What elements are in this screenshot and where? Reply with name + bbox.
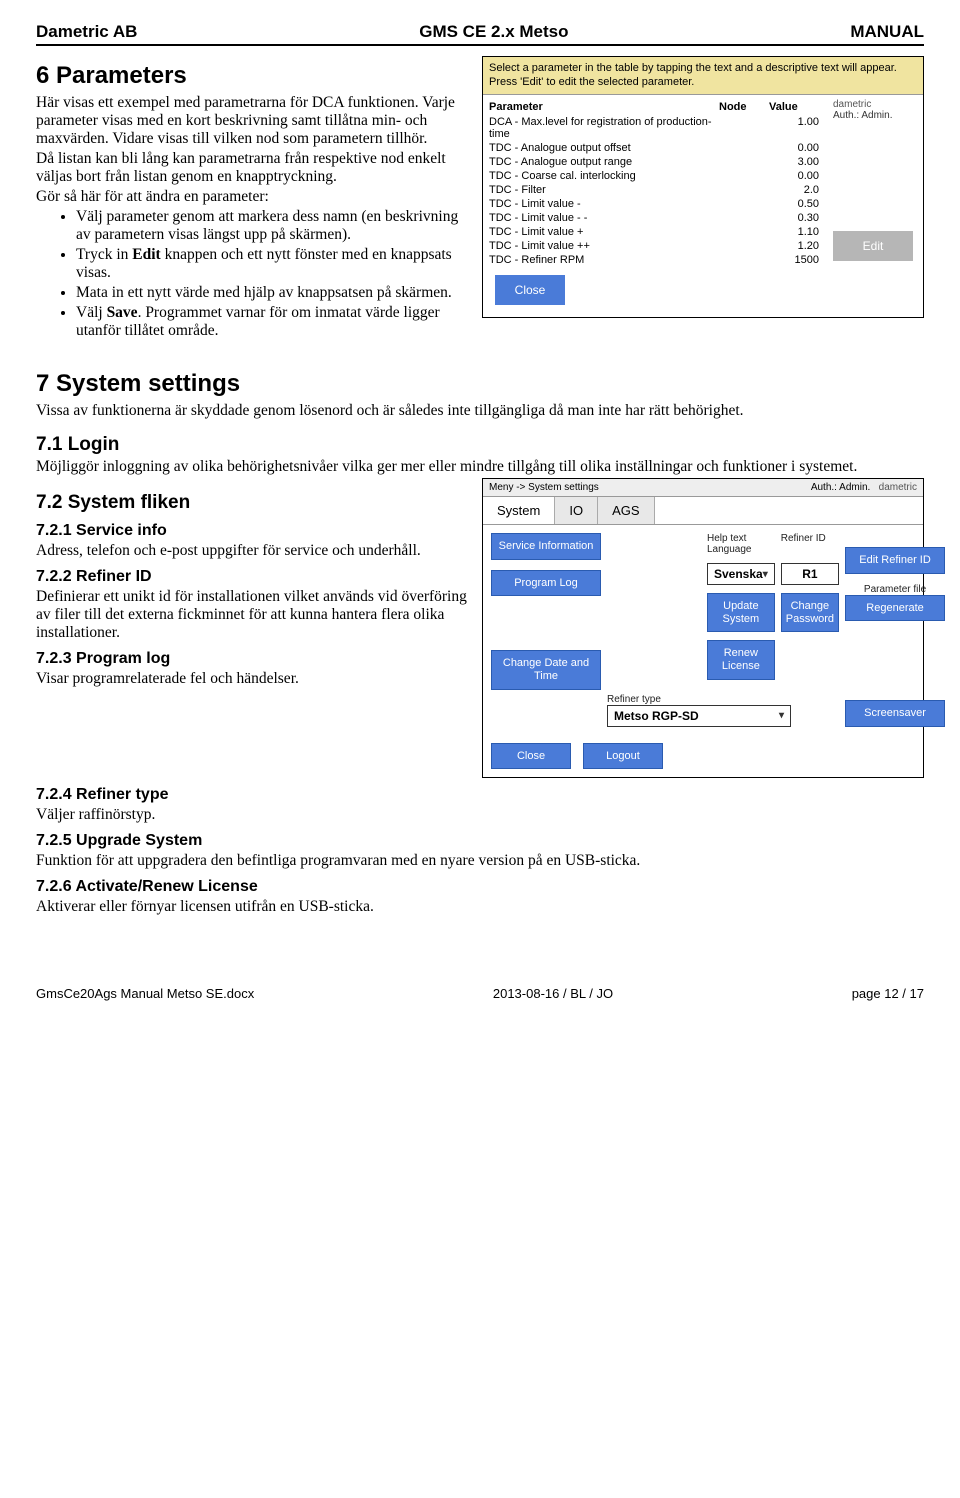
s1-hint-1: Select a parameter in the table by tappi…	[489, 61, 917, 75]
page-header: Dametric AB GMS CE 2.x Metso MANUAL	[36, 22, 924, 46]
s1-hint-2: Press 'Edit' to edit the selected parame…	[489, 75, 917, 89]
close-button[interactable]: Close	[491, 743, 571, 770]
refiner-id-value: R1	[781, 563, 839, 585]
brand-logo: dametric	[833, 99, 913, 110]
section-7-1-heading: 7.1 Login	[36, 434, 924, 456]
brand-logo: dametric	[879, 482, 917, 493]
regenerate-button[interactable]: Regenerate	[845, 595, 945, 622]
language-dropdown[interactable]: Svenska ▾	[707, 563, 775, 585]
close-button[interactable]: Close	[495, 275, 565, 305]
edit-refiner-id-button[interactable]: Edit Refiner ID	[845, 547, 945, 574]
system-settings-screenshot: Meny -> System settings Auth.: Admin. da…	[482, 478, 924, 778]
table-row[interactable]: TDC - Coarse cal. interlocking0.00	[489, 169, 823, 183]
section-7-2-4-heading: 7.2.4 Refiner type	[36, 786, 924, 804]
section-7-heading: 7 System settings	[36, 370, 924, 398]
table-row[interactable]: TDC - Analogue output offset0.00	[489, 141, 823, 155]
refiner-type-label: Refiner type	[607, 694, 839, 705]
auth-label: Auth.: Admin.	[833, 110, 913, 121]
param-file-label: Parameter file	[845, 584, 945, 595]
edit-button[interactable]: Edit	[833, 231, 913, 261]
breadcrumb: Meny -> System settings	[489, 482, 599, 493]
refiner-id-label: Refiner ID	[781, 533, 839, 555]
sec726-p: Aktiverar eller förnyar licensen utifrån…	[36, 898, 924, 916]
refiner-type-dropdown[interactable]: Metso RGP-SD ▾	[607, 705, 791, 727]
section-7-2-6-heading: 7.2.6 Activate/Renew License	[36, 878, 924, 896]
update-system-button[interactable]: Update System	[707, 593, 775, 632]
section-7-2-5-heading: 7.2.5 Upgrade System	[36, 832, 924, 850]
chevron-down-icon: ▾	[763, 569, 768, 580]
table-row[interactable]: DCA - Max.level for registration of prod…	[489, 115, 823, 141]
program-log-button[interactable]: Program Log	[491, 570, 601, 597]
table-row[interactable]: TDC - Filter2.0	[489, 183, 823, 197]
sec7-p1: Vissa av funktionerna är skyddade genom …	[36, 402, 924, 420]
table-row[interactable]: TDC - Limit value ++1.20	[489, 239, 823, 253]
tab-bar: System IO AGS	[483, 497, 923, 525]
sec724-p: Väljer raffinörstyp.	[36, 806, 924, 824]
renew-license-button[interactable]: Renew License	[707, 640, 775, 679]
header-right: MANUAL	[850, 22, 924, 42]
param-table-head: Parameter Node Value	[489, 99, 823, 115]
chevron-down-icon: ▾	[779, 710, 784, 721]
table-row[interactable]: TDC - Limit value - -0.30	[489, 211, 823, 225]
col-node: Node	[719, 101, 769, 113]
change-password-button[interactable]: Change Password	[781, 593, 839, 632]
tab-io[interactable]: IO	[555, 497, 598, 524]
table-row[interactable]: TDC - Limit value +1.10	[489, 225, 823, 239]
screenshot1-instruction: Select a parameter in the table by tappi…	[483, 57, 923, 95]
footer-left: GmsCe20Ags Manual Metso SE.docx	[36, 986, 254, 1001]
change-date-button[interactable]: Change Date and Time	[491, 650, 601, 689]
service-info-button[interactable]: Service Information	[491, 533, 601, 560]
refiner-type-value: Metso RGP-SD	[614, 709, 699, 723]
col-parameter: Parameter	[489, 101, 719, 113]
col-value: Value	[769, 101, 823, 113]
header-center: GMS CE 2.x Metso	[419, 22, 568, 42]
footer-center: 2013-08-16 / BL / JO	[493, 986, 613, 1001]
header-left: Dametric AB	[36, 22, 137, 42]
footer-right: page 12 / 17	[852, 986, 924, 1001]
page-footer: GmsCe20Ags Manual Metso SE.docx 2013-08-…	[36, 986, 924, 1001]
logout-button[interactable]: Logout	[583, 743, 663, 770]
sec71-p: Möjliggör inloggning av olika behörighet…	[36, 458, 924, 476]
table-row[interactable]: TDC - Limit value -0.50	[489, 197, 823, 211]
screensaver-button[interactable]: Screensaver	[845, 700, 945, 727]
table-row[interactable]: TDC - Analogue output range3.00	[489, 155, 823, 169]
sec725-p: Funktion för att uppgradera den befintli…	[36, 852, 924, 870]
tab-ags[interactable]: AGS	[598, 497, 654, 524]
help-lang-label: Help text Language	[707, 533, 775, 555]
table-row[interactable]: TDC - Refiner RPM1500	[489, 253, 823, 267]
parameters-screenshot: Select a parameter in the table by tappi…	[482, 56, 924, 318]
tab-system[interactable]: System	[483, 497, 555, 524]
auth-label: Auth.: Admin.	[811, 482, 870, 493]
language-value: Svenska	[714, 567, 763, 581]
